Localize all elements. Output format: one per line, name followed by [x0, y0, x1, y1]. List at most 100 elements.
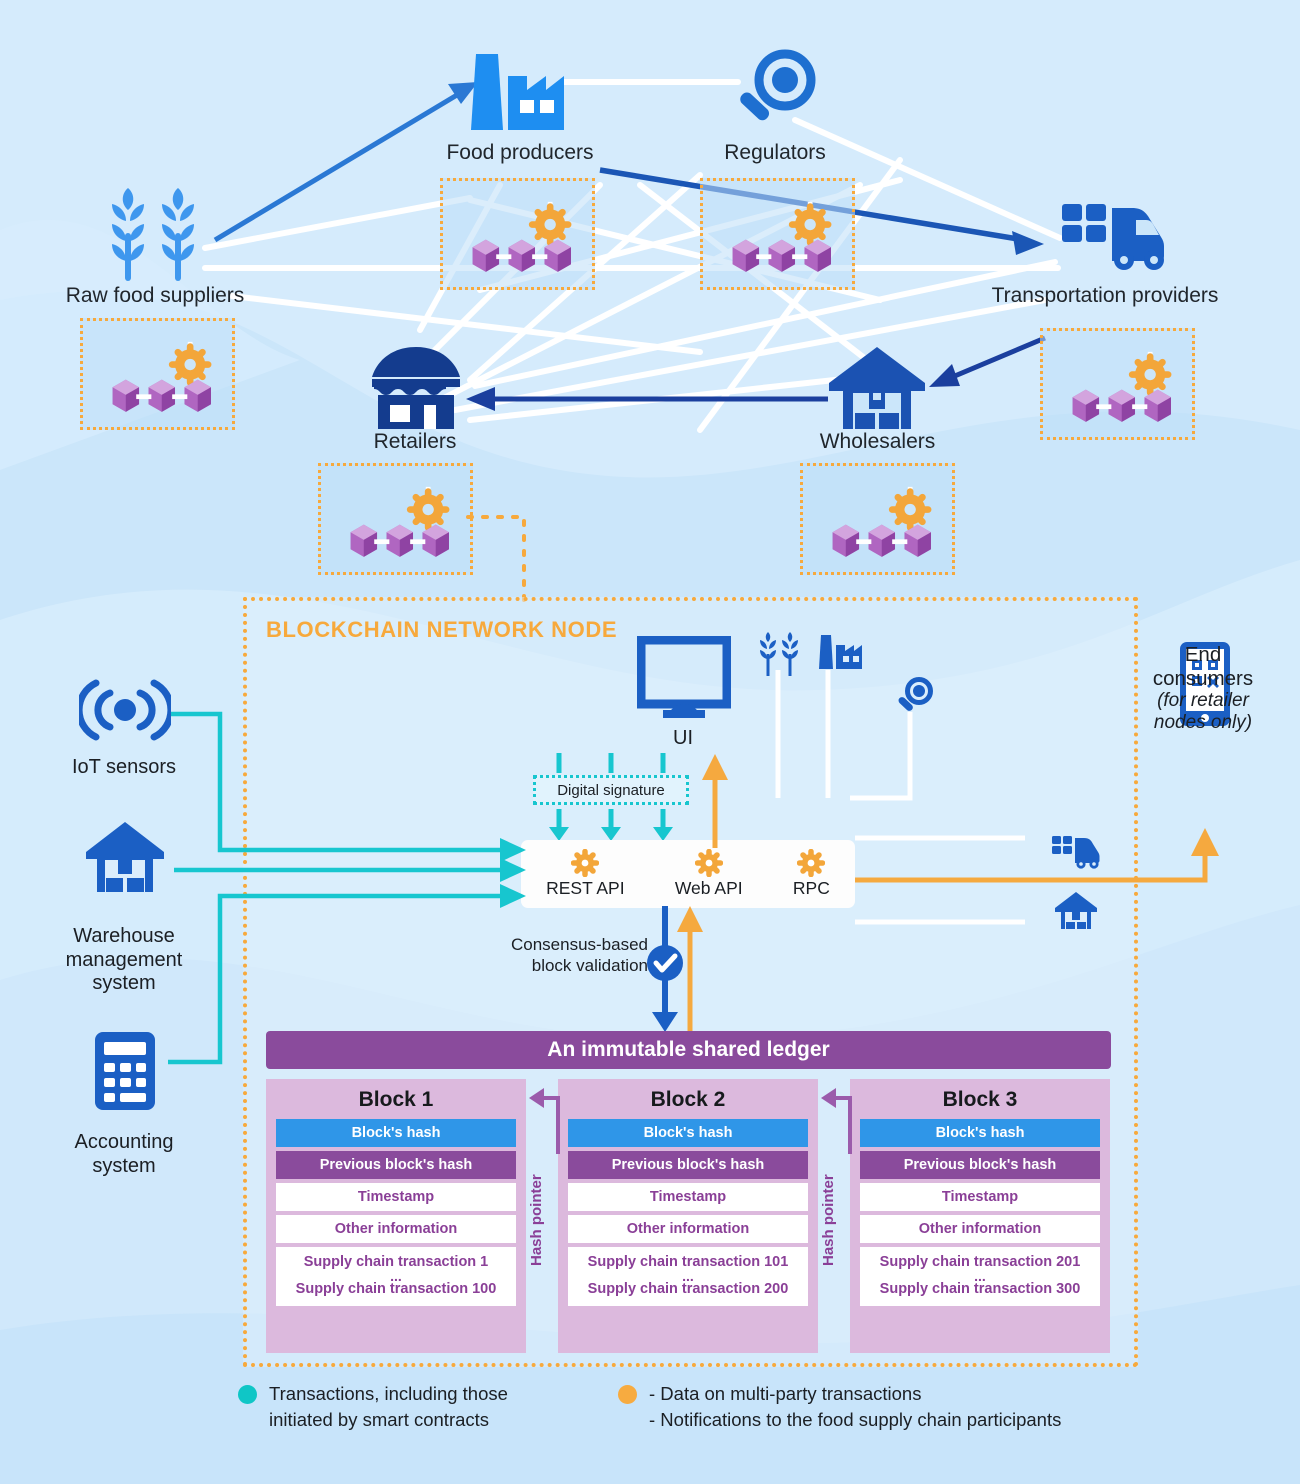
block-other-row: Other information [860, 1215, 1100, 1243]
block-transactions: Supply chain transaction 201 ... Supply … [860, 1247, 1100, 1306]
consensus-line2: block validation [531, 955, 648, 975]
block-title: Block 2 [650, 1088, 726, 1111]
block-previous-hash-row: Previous block's hash [860, 1151, 1100, 1179]
legend-line2: initiated by smart contracts [269, 1409, 490, 1431]
ledger-block-3: Block 3 Block's hash Previous block's ha… [850, 1079, 1110, 1353]
gear-icon [571, 849, 600, 877]
external-system-accounting: Accounting system [10, 1131, 238, 1178]
hash-pointer-label-2: Hash pointer [820, 1174, 837, 1266]
system-label-line1: IoT sensors [71, 756, 177, 778]
end-consumers-line1: End [1184, 643, 1222, 666]
system-label-line2: system [92, 1154, 156, 1177]
node-box-regulators [700, 178, 855, 290]
legend-item-teal: Transactions, including those initiated … [238, 1381, 568, 1434]
magnifier-icon [740, 49, 816, 121]
blockchain-cubes-icon [832, 486, 932, 557]
digital-signature-label: Digital signature [557, 781, 665, 799]
blockchain-cubes-icon [350, 486, 450, 557]
system-label-line2: management [65, 948, 183, 971]
participant-label: Regulators [724, 141, 826, 164]
system-label-line1: Warehouse [73, 925, 175, 947]
store-icon [372, 347, 460, 429]
tx-ellipsis: ... [390, 1267, 402, 1284]
api-label: Web API [674, 878, 743, 898]
ledger-title: An immutable shared ledger [547, 1038, 830, 1061]
end-consumers: End consumers (for retailer nodes only) [1118, 643, 1288, 734]
external-system-warehouse-management: Warehouse management system [10, 925, 238, 996]
participant-food-producers: Food producers [375, 141, 665, 165]
api-rpc[interactable]: RPC [793, 849, 830, 899]
blockchain-cubes-icon [1072, 351, 1172, 422]
block-title: Block 1 [358, 1088, 434, 1111]
calculator-icon [95, 1032, 155, 1110]
legend-text-teal: Transactions, including those initiated … [269, 1381, 508, 1434]
participant-retailers: Retailers [300, 430, 530, 454]
block-other-row: Other information [276, 1215, 516, 1243]
block-timestamp-row: Timestamp [860, 1183, 1100, 1211]
node-box-wholesalers [800, 463, 955, 575]
diagram-canvas: Raw food suppliers Food producers Regula… [0, 0, 1300, 1484]
legend-text-orange: - Data on multi-party transactions - Not… [649, 1381, 1061, 1434]
legend-line1: - Data on multi-party transactions [649, 1383, 922, 1404]
system-label-line1: Accounting [74, 1131, 174, 1153]
wheat-icon [112, 188, 194, 281]
tx-last: Supply chain transaction 100 [295, 1281, 497, 1297]
blockchain-cubes-icon [112, 341, 212, 412]
block-timestamp-row: Timestamp [276, 1183, 516, 1211]
warehouse-icon [829, 347, 925, 429]
gear-icon [694, 849, 723, 877]
warehouse-icon-small [1055, 892, 1097, 929]
hash-pointer-arrow-2 [821, 1088, 852, 1154]
truck-icon [1062, 204, 1164, 270]
tx-last: Supply chain transaction 300 [879, 1281, 1081, 1297]
block-hash-row: Block's hash [860, 1119, 1100, 1147]
tx-last: Supply chain transaction 200 [587, 1281, 789, 1297]
monitor-icon [637, 636, 731, 718]
participant-label: Food producers [446, 141, 594, 164]
participant-regulators: Regulators [655, 141, 895, 165]
supply-chain-network-links [202, 79, 1063, 433]
factory-icon [471, 54, 564, 130]
legend-line1: Transactions, including those [269, 1383, 508, 1404]
ledger-block-2: Block 2 Block's hash Previous block's ha… [558, 1079, 818, 1353]
blockchain-cubes-icon [472, 201, 572, 272]
block-previous-hash-row: Previous block's hash [276, 1151, 516, 1179]
participant-wholesalers: Wholesalers [760, 430, 995, 454]
signal-icon [79, 679, 171, 741]
api-label: RPC [792, 878, 830, 898]
node-box-raw-food-suppliers [80, 318, 235, 430]
participant-label: Raw food suppliers [65, 284, 245, 307]
end-consumers-note2: nodes only) [1153, 711, 1253, 733]
block-hash-row: Block's hash [276, 1119, 516, 1147]
api-web[interactable]: Web API [675, 849, 743, 899]
consensus-line1: Consensus-based [510, 935, 648, 954]
block-timestamp-row: Timestamp [568, 1183, 808, 1211]
tx-ellipsis: ... [974, 1267, 986, 1284]
legend-item-orange: - Data on multi-party transactions - Not… [618, 1381, 1178, 1434]
block-transactions: Supply chain transaction 101 ... Supply … [568, 1247, 808, 1306]
block-transactions: Supply chain transaction 1 ... Supply ch… [276, 1247, 516, 1306]
node-box-retailers [318, 463, 473, 575]
blockchain-cubes-icon [732, 201, 832, 272]
participant-raw-food-suppliers: Raw food suppliers [0, 284, 310, 308]
ui-label: UI [673, 727, 693, 749]
digital-signature-box: Digital signature [533, 775, 689, 805]
participant-label: Transportation providers [991, 284, 1219, 307]
api-label: REST API [546, 878, 625, 898]
node-box-food-producers [440, 178, 595, 290]
api-bar: REST API Web API RPC [521, 840, 855, 908]
block-title: Block 3 [942, 1088, 1018, 1111]
participant-label: Wholesalers [819, 430, 936, 453]
tx-ellipsis: ... [682, 1267, 694, 1284]
system-label-line3: system [92, 972, 156, 995]
block-other-row: Other information [568, 1215, 808, 1243]
api-rest[interactable]: REST API [546, 849, 625, 899]
gear-icon [797, 849, 826, 877]
node-internal-links [775, 670, 913, 801]
hash-pointer-label-1: Hash pointer [528, 1174, 545, 1266]
blockchain-network-node-title: BLOCKCHAIN NETWORK NODE [266, 617, 618, 642]
node-box-transportation-providers [1040, 328, 1195, 440]
legend-dot-teal [238, 1385, 257, 1404]
legend-line2: - Notifications to the food supply chain… [649, 1409, 1062, 1431]
warehouse-icon [86, 822, 164, 892]
